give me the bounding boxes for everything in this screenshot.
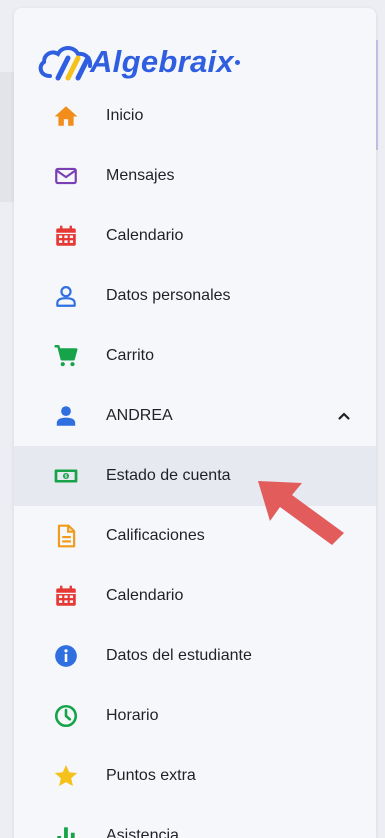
nav-label: Carrito [106, 347, 155, 364]
home-icon [51, 101, 81, 131]
brand-dot [234, 59, 240, 65]
app-logo[interactable]: Algebraix [36, 36, 240, 88]
star-icon [51, 761, 81, 791]
sidebar: Algebraix Inicio Mensajes Calendario Dat… [14, 8, 376, 838]
nav-item-datos-personales[interactable]: Datos personales [14, 266, 376, 326]
chevron-up-icon[interactable] [336, 408, 352, 424]
nav-item-puntos-extra[interactable]: Puntos extra [14, 746, 376, 806]
nav-label: Calendario [106, 227, 184, 244]
brand-name: Algebraix [90, 44, 234, 79]
annotation-arrow-icon [258, 481, 344, 545]
nav-label: Asistencia [106, 827, 179, 838]
nav-item-carrito[interactable]: Carrito [14, 326, 376, 386]
nav-label: Mensajes [106, 167, 175, 184]
envelope-icon [51, 161, 81, 191]
nav-label: Inicio [106, 107, 144, 124]
nav-label: Datos personales [106, 287, 231, 304]
nav-item-student-andrea[interactable]: ANDREA [14, 386, 376, 446]
nav-item-asistencia[interactable]: Asistencia [14, 806, 376, 838]
nav-item-horario[interactable]: Horario [14, 686, 376, 746]
nav-menu: Inicio Mensajes Calendario Datos persona… [14, 86, 376, 838]
nav-label: Calendario [106, 587, 184, 604]
money-icon: $ [51, 461, 81, 491]
calendar-icon [51, 221, 81, 251]
nav-label: Horario [106, 707, 159, 724]
chart-icon [51, 821, 81, 838]
nav-label: Estado de cuenta [106, 467, 231, 484]
user-outline-icon [51, 281, 81, 311]
nav-item-inicio[interactable]: Inicio [14, 86, 376, 146]
nav-label: Datos del estudiante [106, 647, 252, 664]
nav-label: Puntos extra [106, 767, 196, 784]
background-divider [376, 40, 378, 150]
calendar-icon [51, 581, 81, 611]
nav-item-mensajes[interactable]: Mensajes [14, 146, 376, 206]
clock-icon [51, 701, 81, 731]
document-icon [51, 521, 81, 551]
svg-text:$: $ [64, 474, 67, 480]
nav-item-calendario-estudiante[interactable]: Calendario [14, 566, 376, 626]
user-icon [51, 401, 81, 431]
cart-icon [51, 341, 81, 371]
info-icon [51, 641, 81, 671]
nav-label: Calificaciones [106, 527, 205, 544]
nav-label: ANDREA [106, 407, 173, 424]
algebraix-logo-icon [38, 46, 93, 81]
nav-item-calendario[interactable]: Calendario [14, 206, 376, 266]
nav-item-datos-del-estudiante[interactable]: Datos del estudiante [14, 626, 376, 686]
